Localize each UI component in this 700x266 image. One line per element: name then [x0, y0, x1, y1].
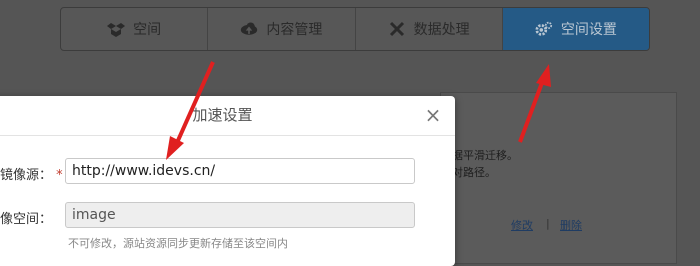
- link-separator: |: [546, 217, 550, 230]
- required-mark: *: [56, 168, 63, 183]
- mirror-source-label: 镜像源： *: [0, 168, 63, 183]
- background-text: 对路径。: [452, 166, 496, 179]
- dropbox-icon: [107, 20, 126, 38]
- edit-link[interactable]: 修改: [511, 217, 533, 233]
- tab-data-processing[interactable]: 数据处理: [356, 8, 503, 50]
- tab-content-management[interactable]: 内容管理: [208, 8, 356, 50]
- cloud-upload-icon: [240, 20, 258, 38]
- tab-space[interactable]: 空间: [61, 8, 209, 50]
- delete-link[interactable]: 删除: [560, 217, 582, 233]
- close-icon[interactable]: ×: [423, 103, 443, 127]
- mirror-space-input: image: [65, 202, 415, 228]
- tab-label: 内容管理: [266, 22, 323, 38]
- arrow-to-tab-head: [536, 64, 551, 87]
- acceleration-settings-dialog: 加速设置 × 镜像源： * http://www.idevs.cn/ 像空间： …: [0, 96, 455, 266]
- tools-icon: [388, 20, 406, 38]
- space-nav-tabs: 空间 内容管理 数据处理 空间设置: [60, 7, 650, 51]
- dialog-title: 加速设置: [0, 96, 455, 136]
- mirror-source-input[interactable]: http://www.idevs.cn/: [65, 158, 415, 184]
- tab-label: 空间: [133, 22, 162, 38]
- mirror-space-label: 像空间：: [0, 212, 53, 227]
- tab-label: 数据处理: [413, 22, 470, 38]
- mirror-space-hint: 不可修改，源站资源同步更新存储至该空间内: [68, 237, 288, 250]
- tab-space-settings[interactable]: 空间设置: [502, 8, 649, 50]
- tab-label: 空间设置: [560, 22, 617, 38]
- gear-icon: [535, 20, 553, 38]
- background-text: 据平滑迁移。: [452, 149, 518, 162]
